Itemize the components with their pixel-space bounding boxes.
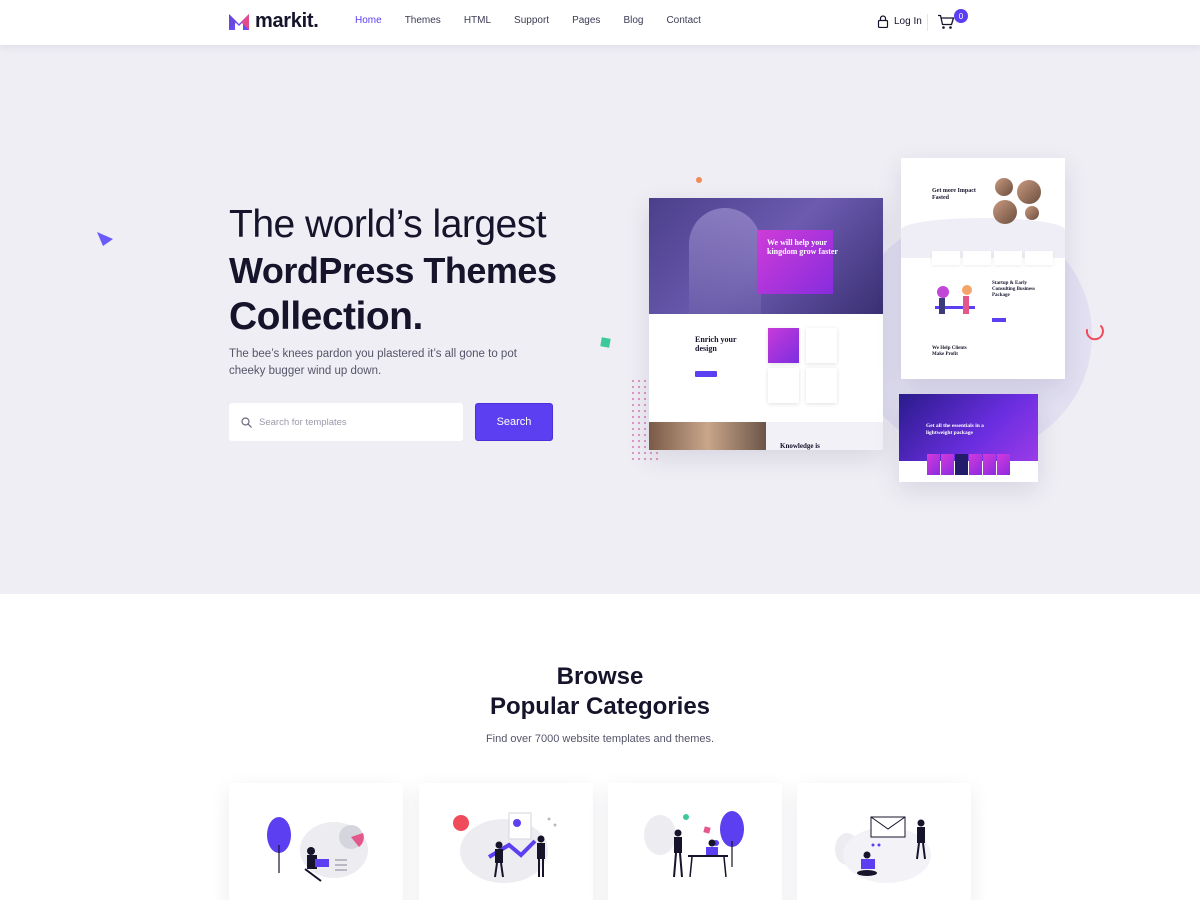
site-header: markit. Home Themes HTML Support Pages B…: [0, 0, 1200, 45]
search-field: [229, 403, 463, 441]
preview-tile: [983, 454, 996, 475]
header-divider: [927, 14, 928, 31]
nav-item-themes[interactable]: Themes: [405, 15, 441, 26]
preview-feature: [1025, 251, 1053, 265]
search-button[interactable]: Search: [475, 403, 553, 441]
browse-subtitle: Find over 7000 website templates and the…: [485, 733, 715, 745]
category-card[interactable]: [608, 783, 782, 900]
preview-person-photo: [689, 208, 761, 314]
preview-illustration-icon: [935, 285, 975, 314]
browse-title-line-2: Popular Categories: [489, 693, 711, 720]
preview-avatar: [1025, 206, 1039, 220]
nav-item-blog[interactable]: Blog: [623, 15, 643, 26]
preview-tile: [927, 454, 940, 475]
square-decoration: [600, 337, 611, 348]
main-nav: Home Themes HTML Support Pages Blog Cont…: [355, 15, 724, 26]
preview-footer-title: We Help Clients Make Profit: [932, 346, 967, 357]
category-card[interactable]: [797, 783, 971, 900]
preview-hero-text: We will help your kingdom grow faster: [767, 238, 838, 256]
preview-tile: [969, 454, 982, 475]
dot-decoration: [696, 177, 702, 183]
lock-icon: [877, 15, 889, 28]
preview-avatar: [993, 200, 1017, 224]
theme-preview-screenshot[interactable]: We will help your kingdom grow faster En…: [649, 198, 883, 450]
preview-hero-title: Get all the essentials in a lightweight …: [926, 423, 984, 436]
preview-hero: We will help your kingdom grow faster: [649, 198, 883, 314]
preview-team-photo: [649, 422, 766, 450]
theme-preview-screenshot[interactable]: Get all the essentials in a lightweight …: [899, 394, 1038, 482]
triangle-decoration-icon: [97, 232, 113, 246]
preview-feature: [932, 251, 960, 265]
login-label: Log In: [894, 16, 922, 27]
preview-card: [806, 328, 837, 363]
preview-feature: [963, 251, 991, 265]
theme-preview-screenshot[interactable]: Get more Impact Fasted Startup & Early C…: [901, 158, 1065, 379]
hero-title-line-1: The world’s largest: [229, 203, 547, 246]
login-link[interactable]: Log In: [877, 15, 922, 28]
logo[interactable]: markit.: [229, 10, 319, 33]
search-input[interactable]: [259, 416, 449, 428]
category-card[interactable]: [419, 783, 593, 900]
preview-avatar: [1017, 180, 1041, 204]
preview-hero-title: Get more Impact Fasted: [932, 188, 976, 201]
category-card[interactable]: [229, 783, 403, 900]
preview-section-title: Startup & Early Consulting Business Pack…: [992, 281, 1035, 298]
hero-subtitle: The bee’s knees pardon you plastered it’…: [229, 348, 517, 377]
office-workers-illustration-icon: [644, 811, 744, 878]
team-presentation-illustration-icon: [453, 812, 557, 883]
preview-avatar: [995, 178, 1013, 196]
arc-decoration-icon: [1085, 325, 1104, 341]
preview-card: [768, 328, 799, 363]
preview-section-title: Enrich your design: [695, 335, 737, 353]
preview-feature: [994, 251, 1022, 265]
preview-card: [768, 368, 799, 403]
preview-tile: [955, 454, 968, 475]
preview-mini-button: [695, 371, 717, 377]
cart-count-badge: 0: [954, 9, 968, 23]
hero-title-line-2: WordPress Themes: [229, 250, 557, 291]
hero-section: The world’s largest WordPress Themes Col…: [0, 45, 1200, 594]
browse-title-line-1: Browse: [556, 663, 644, 690]
nav-item-pages[interactable]: Pages: [572, 15, 600, 26]
preview-card: [806, 368, 837, 403]
nav-item-contact[interactable]: Contact: [666, 15, 700, 26]
preview-bottom-title: Knowledge is: [780, 442, 820, 450]
cart-icon[interactable]: [937, 14, 955, 30]
email-worker-illustration-icon: [835, 816, 931, 883]
preview-hero: Get more Impact Fasted: [901, 158, 1065, 258]
search-icon: [241, 416, 252, 428]
nav-item-home[interactable]: Home: [355, 15, 382, 26]
preview-tile: [941, 454, 954, 475]
person-laptop-illustration-icon: [267, 817, 368, 882]
nav-item-html[interactable]: HTML: [464, 15, 491, 26]
preview-hero: Get all the essentials in a lightweight …: [899, 394, 1038, 461]
logo-text: markit.: [255, 10, 319, 32]
logo-mark-icon: [229, 13, 249, 30]
preview-mini-button: [992, 318, 1006, 322]
preview-tile: [997, 454, 1010, 475]
nav-item-support[interactable]: Support: [514, 15, 549, 26]
hero-title-line-3: Collection.: [229, 295, 423, 338]
